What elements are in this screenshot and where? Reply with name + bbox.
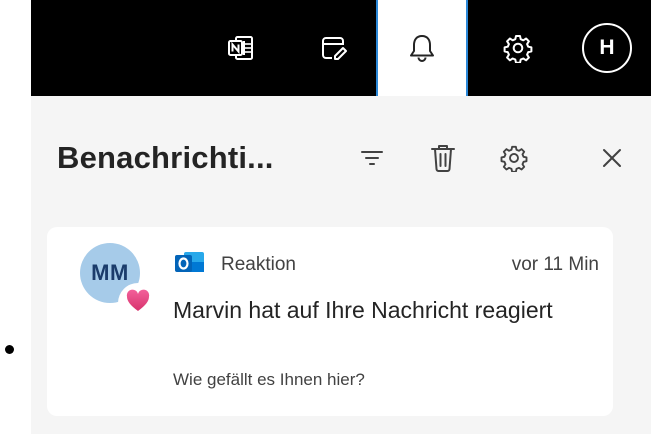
gear-icon — [500, 144, 528, 177]
notification-type: Reaktion — [221, 254, 296, 275]
heart-icon — [125, 289, 151, 318]
close-button[interactable] — [594, 142, 630, 178]
user-initial: H — [599, 36, 615, 59]
gear-icon — [503, 33, 533, 63]
user-avatar: H — [582, 23, 632, 73]
filter-button[interactable] — [354, 142, 390, 178]
notifications-button[interactable] — [376, 0, 468, 96]
notification-preview: Wie gefällt es Ihnen hier? — [173, 370, 365, 389]
onenote-button[interactable] — [195, 0, 287, 96]
list-bullet — [5, 345, 14, 354]
filter-icon — [360, 148, 384, 173]
notification-title: Marvin hat auf Ihre Nachricht reagiert — [173, 297, 553, 323]
notification-timestamp: vor 11 Min — [511, 254, 599, 275]
notification-settings-button[interactable] — [496, 142, 532, 178]
close-icon — [601, 147, 623, 174]
todo-icon — [319, 34, 347, 62]
sender-initials: MM — [91, 260, 129, 285]
settings-button[interactable] — [472, 0, 564, 96]
todo-button[interactable] — [287, 0, 379, 96]
notifications-panel: Benachrichti... MM Reaktion vor 11 Min M… — [31, 96, 651, 434]
notification-card[interactable]: MM Reaktion vor 11 Min Marvin hat auf Ih… — [47, 227, 613, 416]
page: H Benachrichti... MM Reaktion vor 11 Min… — [0, 0, 651, 434]
panel-title: Benachrichti... — [57, 140, 274, 175]
onenote-icon — [227, 34, 255, 62]
account-button[interactable]: H — [563, 0, 651, 96]
top-bar: H — [31, 0, 651, 96]
bell-icon — [408, 33, 436, 63]
trash-icon — [430, 143, 456, 178]
delete-all-button[interactable] — [425, 142, 461, 178]
outlook-icon — [173, 250, 205, 276]
reaction-badge — [118, 283, 158, 323]
